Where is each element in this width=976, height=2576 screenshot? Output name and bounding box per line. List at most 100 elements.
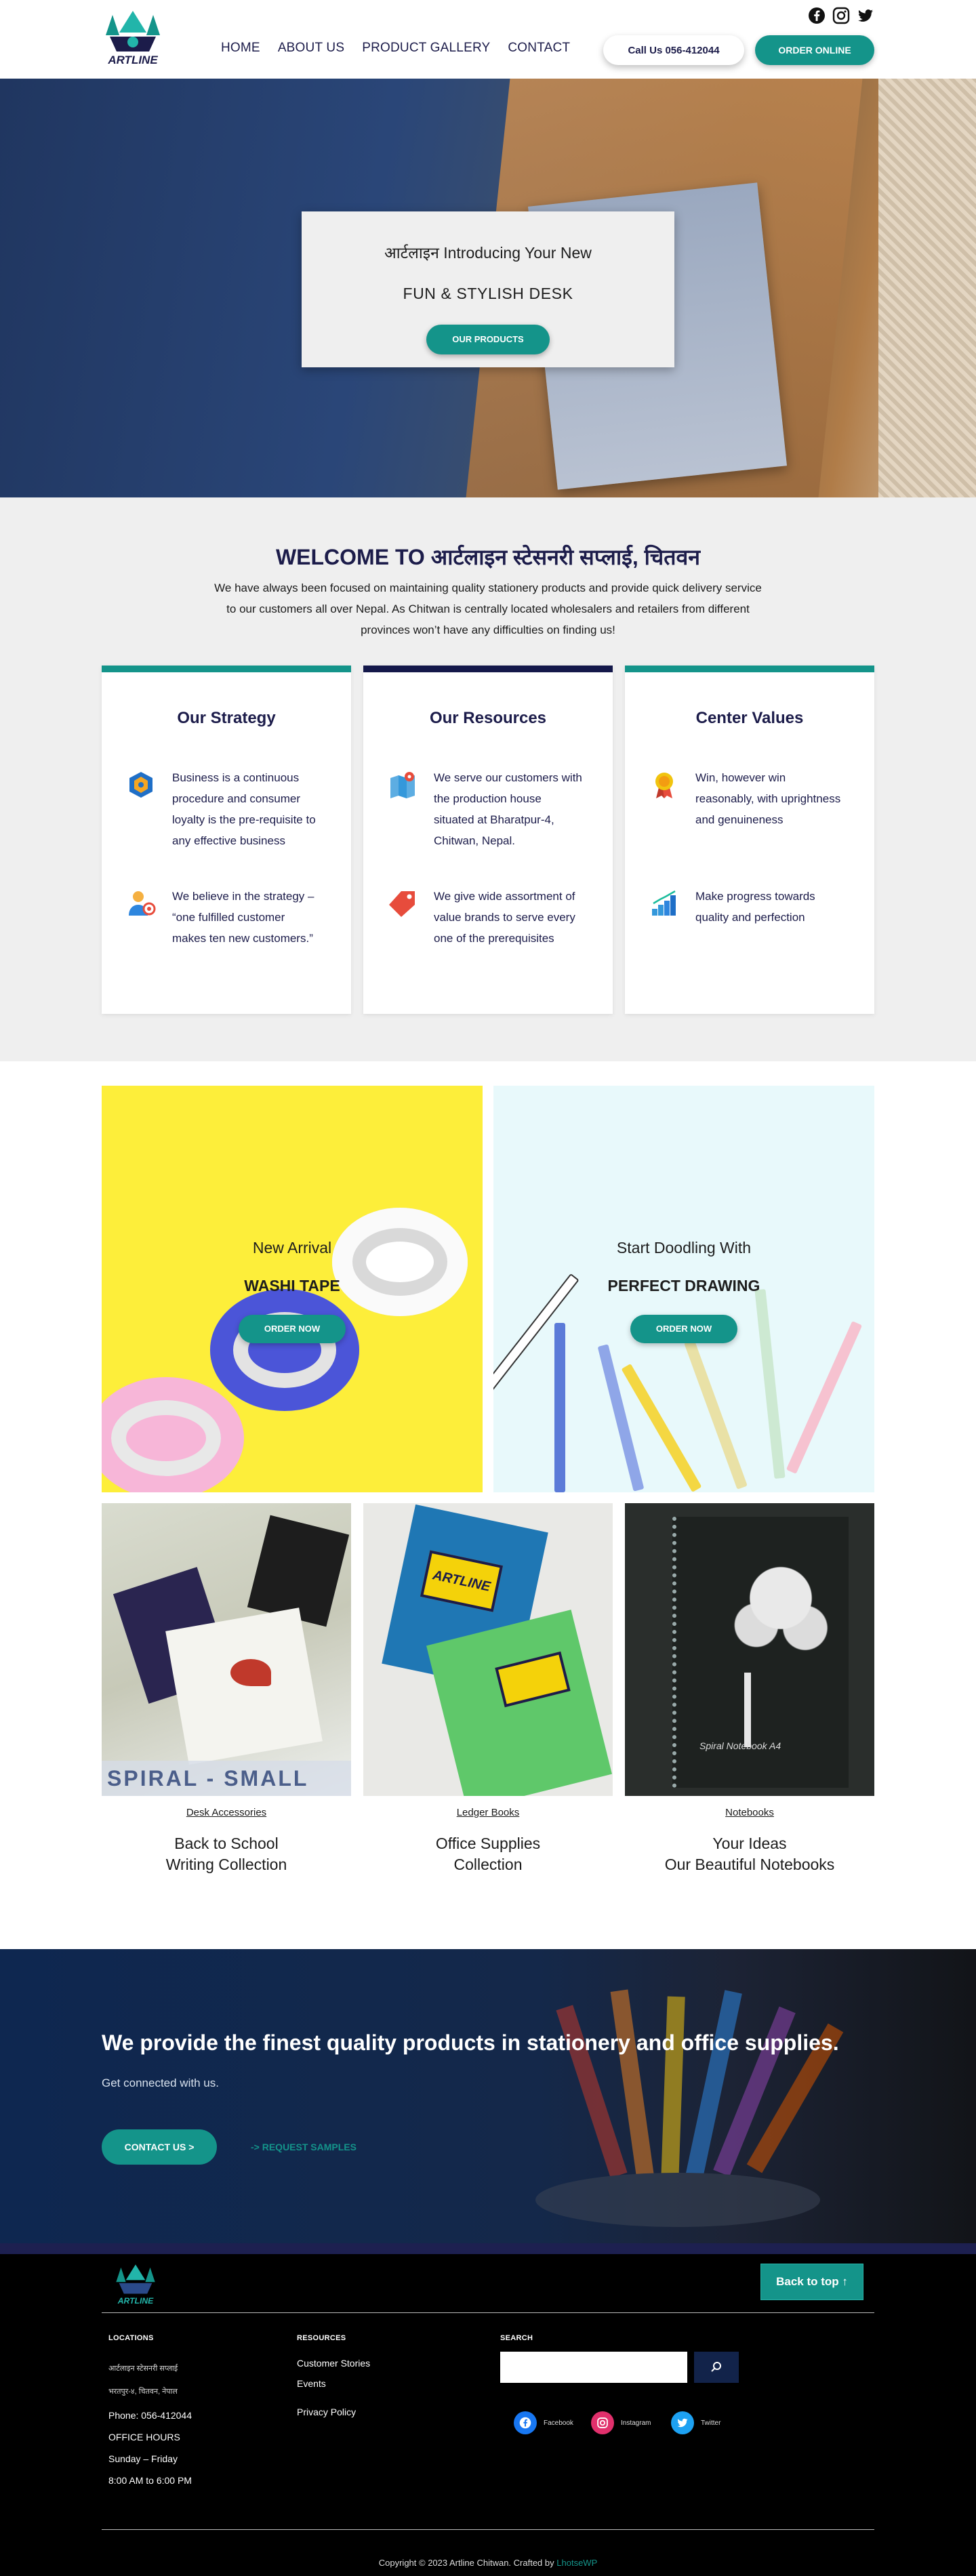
washi-order-now-button[interactable]: ORDER NOW [239,1315,346,1343]
washi-headline: WASHI TAPE [244,1277,340,1294]
drawing-intro: Start Doodling With [616,1239,752,1256]
pens-cup-image [535,1989,844,2227]
resources-column: Customer Stories Events Privacy Policy [297,2353,370,2422]
tile-ledger-books: ARTLINE Ledger Books Office Supplies Col… [363,1503,613,1875]
footer-divider [102,2312,874,2313]
card-item: Win, however win reasonably, with uprigh… [649,767,853,830]
hero-intro: आर्टलाइन Introducing Your New [384,244,592,262]
location-address: भरतपुर-४, चितवन, नेपाल [108,2388,178,2396]
card-our-strategy: Our Strategy Business is a continuous pr… [102,666,351,1014]
hero-headline: FUN & STYLISH DESK [403,285,573,302]
copyright-text: Copyright © 2023 Artline Chitwan. Crafte… [378,2558,554,2568]
tile-overlay-text: Spiral Notebook A4 [699,1740,781,1751]
tile-desk-accessories: SPIRAL - SMALL Desk Accessories Back to … [102,1503,351,1875]
footer-search-button[interactable] [694,2352,739,2383]
contact-us-button[interactable]: CONTACT US > [102,2129,217,2165]
card-item-text: Win, however win reasonably, with uprigh… [695,771,841,826]
nav-about-us[interactable]: ABOUT US [278,41,344,56]
lhotsewp-link[interactable]: LhotseWP [556,2558,597,2568]
caption-line: Our Beautiful Notebooks [664,1856,835,1873]
footer-artline-logo[interactable]: ARTLINE [111,2264,160,2308]
card-item-text: We serve our customers with the producti… [434,771,582,847]
card-item: Make progress towards quality and perfec… [649,886,853,928]
person-target-icon [129,891,156,916]
pencil-image [684,1339,748,1490]
price-tag-icon [389,891,415,917]
artline-logo[interactable]: ARTLINE [100,9,165,72]
contact-column: Phone: 056-412044 OFFICE HOURS Sunday – … [108,2405,192,2491]
logo-wordmark: ARTLINE [107,54,158,66]
events-link[interactable]: Events [297,2373,370,2394]
locations-column: आर्टलाइन स्टेसनरी सप्लाई भरतपुर-४, चितवन… [108,2357,178,2403]
footer-twitter[interactable]: Twitter [671,2411,720,2434]
drawing-order-now-button[interactable]: ORDER NOW [630,1315,737,1343]
cta-subtitle: Get connected with us. [102,2077,219,2089]
card-top-bar [102,666,351,672]
notebooks-image[interactable]: Spiral Notebook A4 [625,1503,874,1796]
office-hours-label: OFFICE HOURS [108,2432,180,2442]
pink-tape-image [102,1377,244,1492]
card-center-values: Center Values Win, however win reasonabl… [625,666,874,1014]
tile-caption: Your Ideas Our Beautiful Notebooks [625,1833,874,1875]
hero-section: आर्टलाइन Introducing Your New FUN & STYL… [0,79,976,497]
search-icon [711,2362,721,2372]
card-title: Our Strategy [177,709,276,727]
site-header: ARTLINE HOME ABOUT US PRODUCT GALLERY CO… [0,0,976,79]
hero-rug-image [878,79,976,497]
drawing-pencils-banner: Start Doodling With PERFECT DRAWING ORDE… [493,1086,874,1492]
product-tiles: SPIRAL - SMALL Desk Accessories Back to … [102,1503,874,1875]
notebooks-link[interactable]: Notebooks [625,1807,874,1818]
back-to-top-button[interactable]: Back to top ↑ [760,2264,863,2300]
welcome-text: We have always been focused on maintaini… [214,581,762,636]
ledger-books-link[interactable]: Ledger Books [363,1807,613,1818]
request-samples-link[interactable]: -> REQUEST SAMPLES [251,2142,357,2152]
value-cards: Our Strategy Business is a continuous pr… [102,666,874,1014]
desk-accessories-link[interactable]: Desk Accessories [102,1807,351,1818]
phone-number: Phone: 056-412044 [108,2410,192,2421]
call-us-button[interactable]: Call Us 056-412044 [603,35,744,65]
caption-line: Collection [453,1856,523,1873]
tile-caption: Office Supplies Collection [363,1833,613,1875]
header-social [808,7,874,24]
our-products-button[interactable]: OUR PRODUCTS [426,325,550,354]
twitter-label: Twitter [701,2419,721,2427]
twitter-icon [671,2411,694,2434]
site-footer: ARTLINE Back to top ↑ LOCATIONS आर्टलाइन… [0,2254,976,2576]
blue-tape-image [210,1289,359,1411]
facebook-icon[interactable] [808,7,826,24]
spiral-notebook-image[interactable]: SPIRAL - SMALL [102,1503,351,1796]
nav-contact[interactable]: CONTACT [508,41,570,56]
order-online-button[interactable]: ORDER ONLINE [755,35,874,65]
nav-home[interactable]: HOME [221,41,260,56]
card-item: Business is a continuous procedure and c… [126,767,329,851]
privacy-policy-link[interactable]: Privacy Policy [297,2402,370,2422]
caption-line: Back to School [174,1835,279,1852]
footer-search-input[interactable] [500,2352,687,2383]
twitter-icon[interactable] [857,7,874,24]
promo-section: New Arrival WASHI TAPE ORDER NOW Start D… [0,1061,976,1949]
map-pin-icon [390,772,415,798]
instagram-icon[interactable] [832,7,850,24]
nav-product-gallery[interactable]: PRODUCT GALLERY [362,41,490,56]
customer-stories-link[interactable]: Customer Stories [297,2353,370,2373]
office-time: 8:00 AM to 6:00 PM [108,2475,192,2486]
main-nav: HOME ABOUT US PRODUCT GALLERY CONTACT [221,41,570,56]
card-item: We believe in the strategy – “one fulfil… [126,886,329,949]
card-item-text: We give wide assortment of value brands … [434,890,575,945]
office-days: Sunday – Friday [108,2453,178,2464]
washi-tape-banner: New Arrival WASHI TAPE ORDER NOW [102,1086,483,1492]
facebook-label: Facebook [544,2419,573,2427]
welcome-title: WELCOME TO आर्टलाइन स्टेसनरी सप्लाई, चित… [275,545,701,569]
footer-divider [102,2529,874,2530]
tile-overlay-text: SPIRAL - SMALL [102,1761,351,1796]
copyright: Copyright © 2023 Artline Chitwan. Crafte… [0,2558,976,2568]
white-tape-image [332,1208,468,1316]
logo-wordmark: ARTLINE [117,2296,154,2306]
ledger-books-image[interactable]: ARTLINE [363,1503,613,1796]
footer-instagram[interactable]: Instagram [591,2411,651,2434]
card-item: We serve our customers with the producti… [388,767,591,851]
caption-line: Writing Collection [165,1856,287,1873]
card-title: Center Values [695,709,804,727]
card-item-text: Business is a continuous procedure and c… [172,771,316,847]
footer-facebook[interactable]: Facebook [514,2411,573,2434]
